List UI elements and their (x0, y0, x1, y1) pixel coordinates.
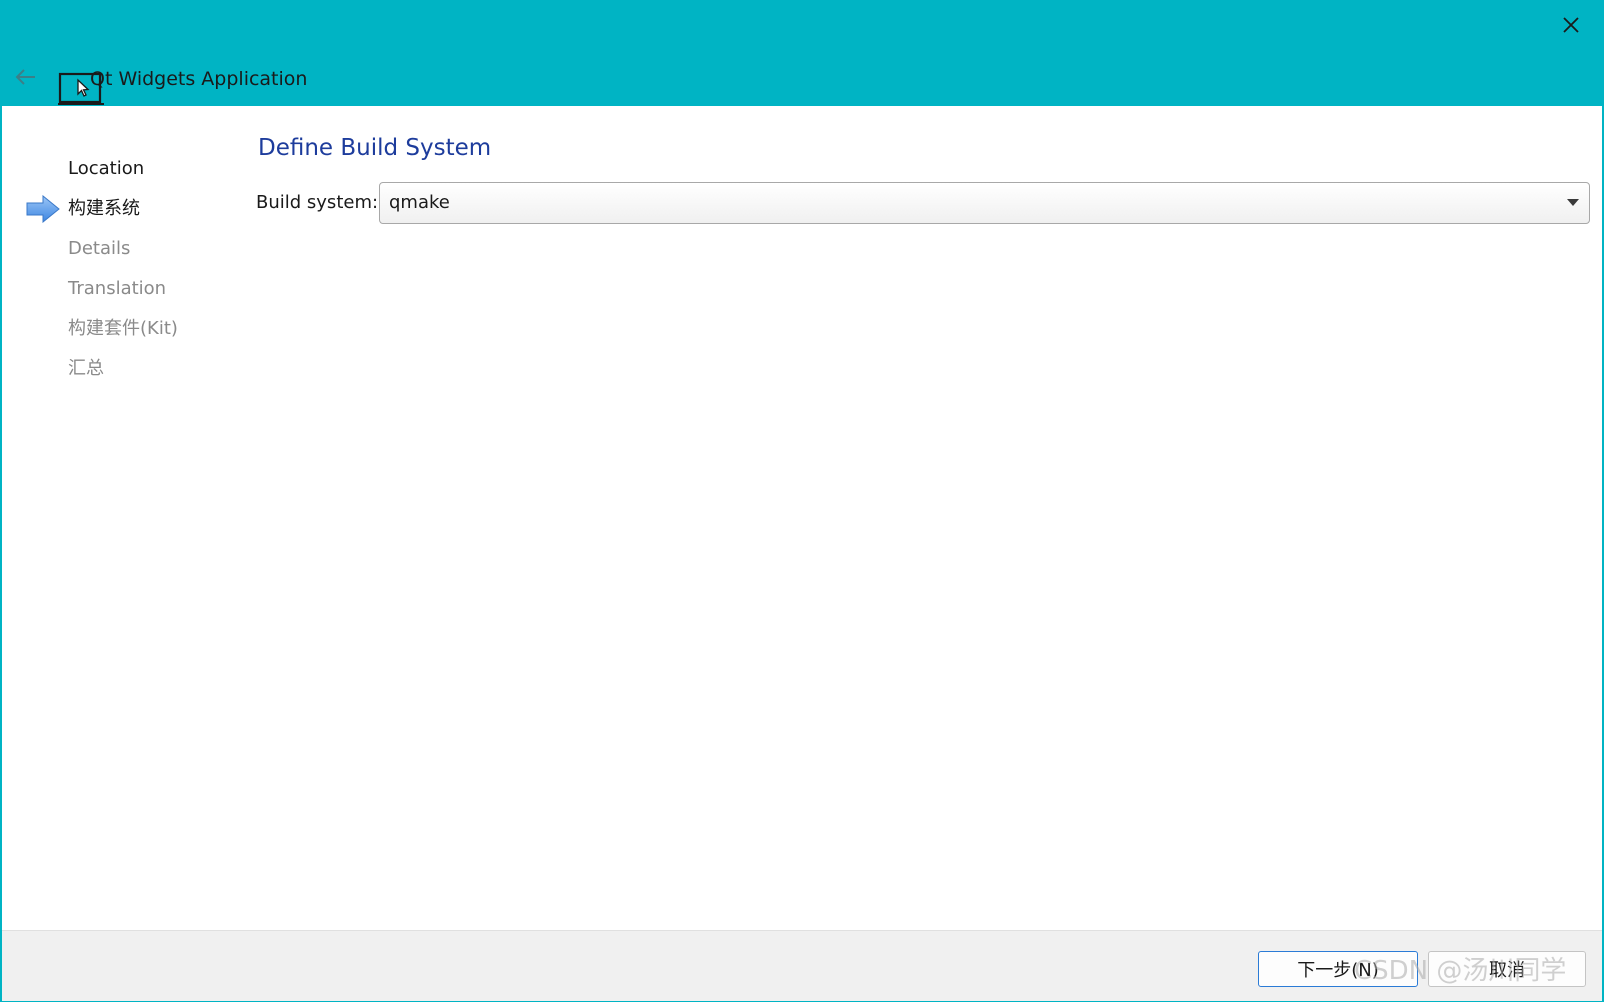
back-button[interactable] (12, 64, 40, 90)
title-bar: Qt Widgets Application (2, 2, 1602, 106)
close-icon (1563, 17, 1579, 33)
build-system-select[interactable]: qmake (379, 182, 1590, 224)
arrow-left-icon (15, 69, 35, 85)
dropdown-arrow-icon[interactable] (1567, 199, 1579, 206)
current-step-arrow-icon (26, 195, 60, 223)
build-system-value: qmake (389, 192, 450, 213)
step-kits: 构建套件(Kit) (68, 318, 178, 339)
next-button[interactable]: 下一步(N) (1258, 951, 1418, 987)
step-details: Details (68, 238, 131, 259)
button-bar: 下一步(N) 取消 (2, 930, 1602, 1001)
close-button[interactable] (1554, 10, 1588, 40)
page-title: Define Build System (258, 135, 492, 161)
build-system-label: Build system: (256, 192, 379, 213)
wizard-window: Qt Widgets Application Location 构建系统 Det… (0, 0, 1604, 1002)
cancel-button[interactable]: 取消 (1428, 951, 1586, 987)
step-summary: 汇总 (68, 358, 104, 379)
step-build-system: 构建系统 (68, 198, 140, 219)
step-location: Location (68, 158, 145, 179)
window-title: Qt Widgets Application (90, 68, 308, 90)
step-translation: Translation (68, 278, 167, 299)
